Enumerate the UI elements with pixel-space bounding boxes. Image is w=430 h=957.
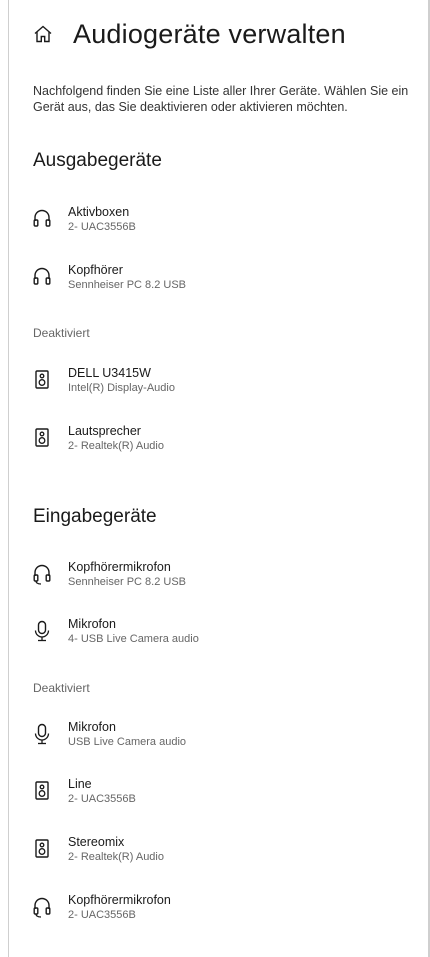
- device-name: Lautsprecher: [68, 424, 141, 438]
- device-name: Mikrofon: [68, 617, 116, 631]
- input-devices-heading: Eingabegeräte: [33, 506, 157, 527]
- device-detail: Sennheiser PC 8.2 USB: [68, 576, 187, 588]
- headset-icon: [33, 563, 51, 585]
- device-name: Kopfhörermikrofon: [68, 560, 171, 574]
- device-detail: 2- Realtek(R) Audio: [68, 851, 164, 863]
- speaker-icon: [33, 838, 51, 860]
- input-device-mikrofon[interactable]: Mikrofon 4- USB Live Camera audio: [33, 617, 413, 653]
- device-name: Kopfhörer: [68, 263, 123, 277]
- device-detail: Intel(R) Display-Audio: [68, 382, 175, 394]
- device-detail: USB Live Camera audio: [68, 736, 187, 748]
- headphone-icon: [33, 208, 51, 230]
- device-detail: 2- UAC3556B: [68, 909, 136, 921]
- headset-icon: [33, 896, 51, 918]
- home-icon[interactable]: [33, 24, 53, 44]
- output-disabled-label: Deaktiviert: [33, 326, 90, 340]
- device-name: Kopfhörermikrofon: [68, 893, 171, 907]
- speaker-icon: [33, 369, 51, 391]
- device-detail: 2- UAC3556B: [68, 793, 136, 805]
- input-disabled-label: Deaktiviert: [33, 681, 90, 695]
- input-device-line[interactable]: Line 2- UAC3556B: [33, 777, 413, 813]
- headphone-icon: [33, 266, 51, 288]
- device-detail: 2- UAC3556B: [68, 221, 136, 233]
- page-header: Audiogeräte verwalten: [33, 18, 346, 50]
- device-detail: 2- Realtek(R) Audio: [68, 440, 164, 452]
- microphone-icon: [33, 723, 51, 745]
- input-device-kopfhoerermikrofon-disabled[interactable]: Kopfhörermikrofon 2- UAC3556B: [33, 893, 413, 929]
- device-name: Aktivboxen: [68, 205, 130, 219]
- input-device-kopfhoerermikrofon[interactable]: Kopfhörermikrofon Sennheiser PC 8.2 USB: [33, 560, 413, 596]
- speaker-icon: [33, 780, 51, 802]
- device-name: Stereomix: [68, 835, 125, 849]
- speaker-icon: [33, 427, 51, 449]
- device-name: Mikrofon: [68, 720, 116, 734]
- output-device-aktivboxen[interactable]: Aktivboxen 2- UAC3556B: [33, 205, 413, 241]
- microphone-icon: [33, 620, 51, 642]
- input-device-mikrofon-disabled[interactable]: Mikrofon USB Live Camera audio: [33, 720, 413, 756]
- page-description: Nachfolgend finden Sie eine Liste aller …: [33, 84, 409, 114]
- window-border-left: [8, 0, 9, 957]
- output-devices-heading: Ausgabegeräte: [33, 150, 162, 171]
- output-device-kopfhoerer[interactable]: Kopfhörer Sennheiser PC 8.2 USB: [33, 263, 413, 299]
- device-name: Line: [68, 777, 92, 791]
- device-detail: 4- USB Live Camera audio: [68, 633, 199, 645]
- device-detail: Sennheiser PC 8.2 USB: [68, 279, 187, 291]
- output-device-dell-u3415w[interactable]: DELL U3415W Intel(R) Display-Audio: [33, 366, 413, 402]
- input-device-stereomix[interactable]: Stereomix 2- Realtek(R) Audio: [33, 835, 413, 871]
- output-device-lautsprecher[interactable]: Lautsprecher 2- Realtek(R) Audio: [33, 424, 413, 460]
- device-name: DELL U3415W: [68, 366, 151, 380]
- page-title: Audiogeräte verwalten: [73, 19, 346, 49]
